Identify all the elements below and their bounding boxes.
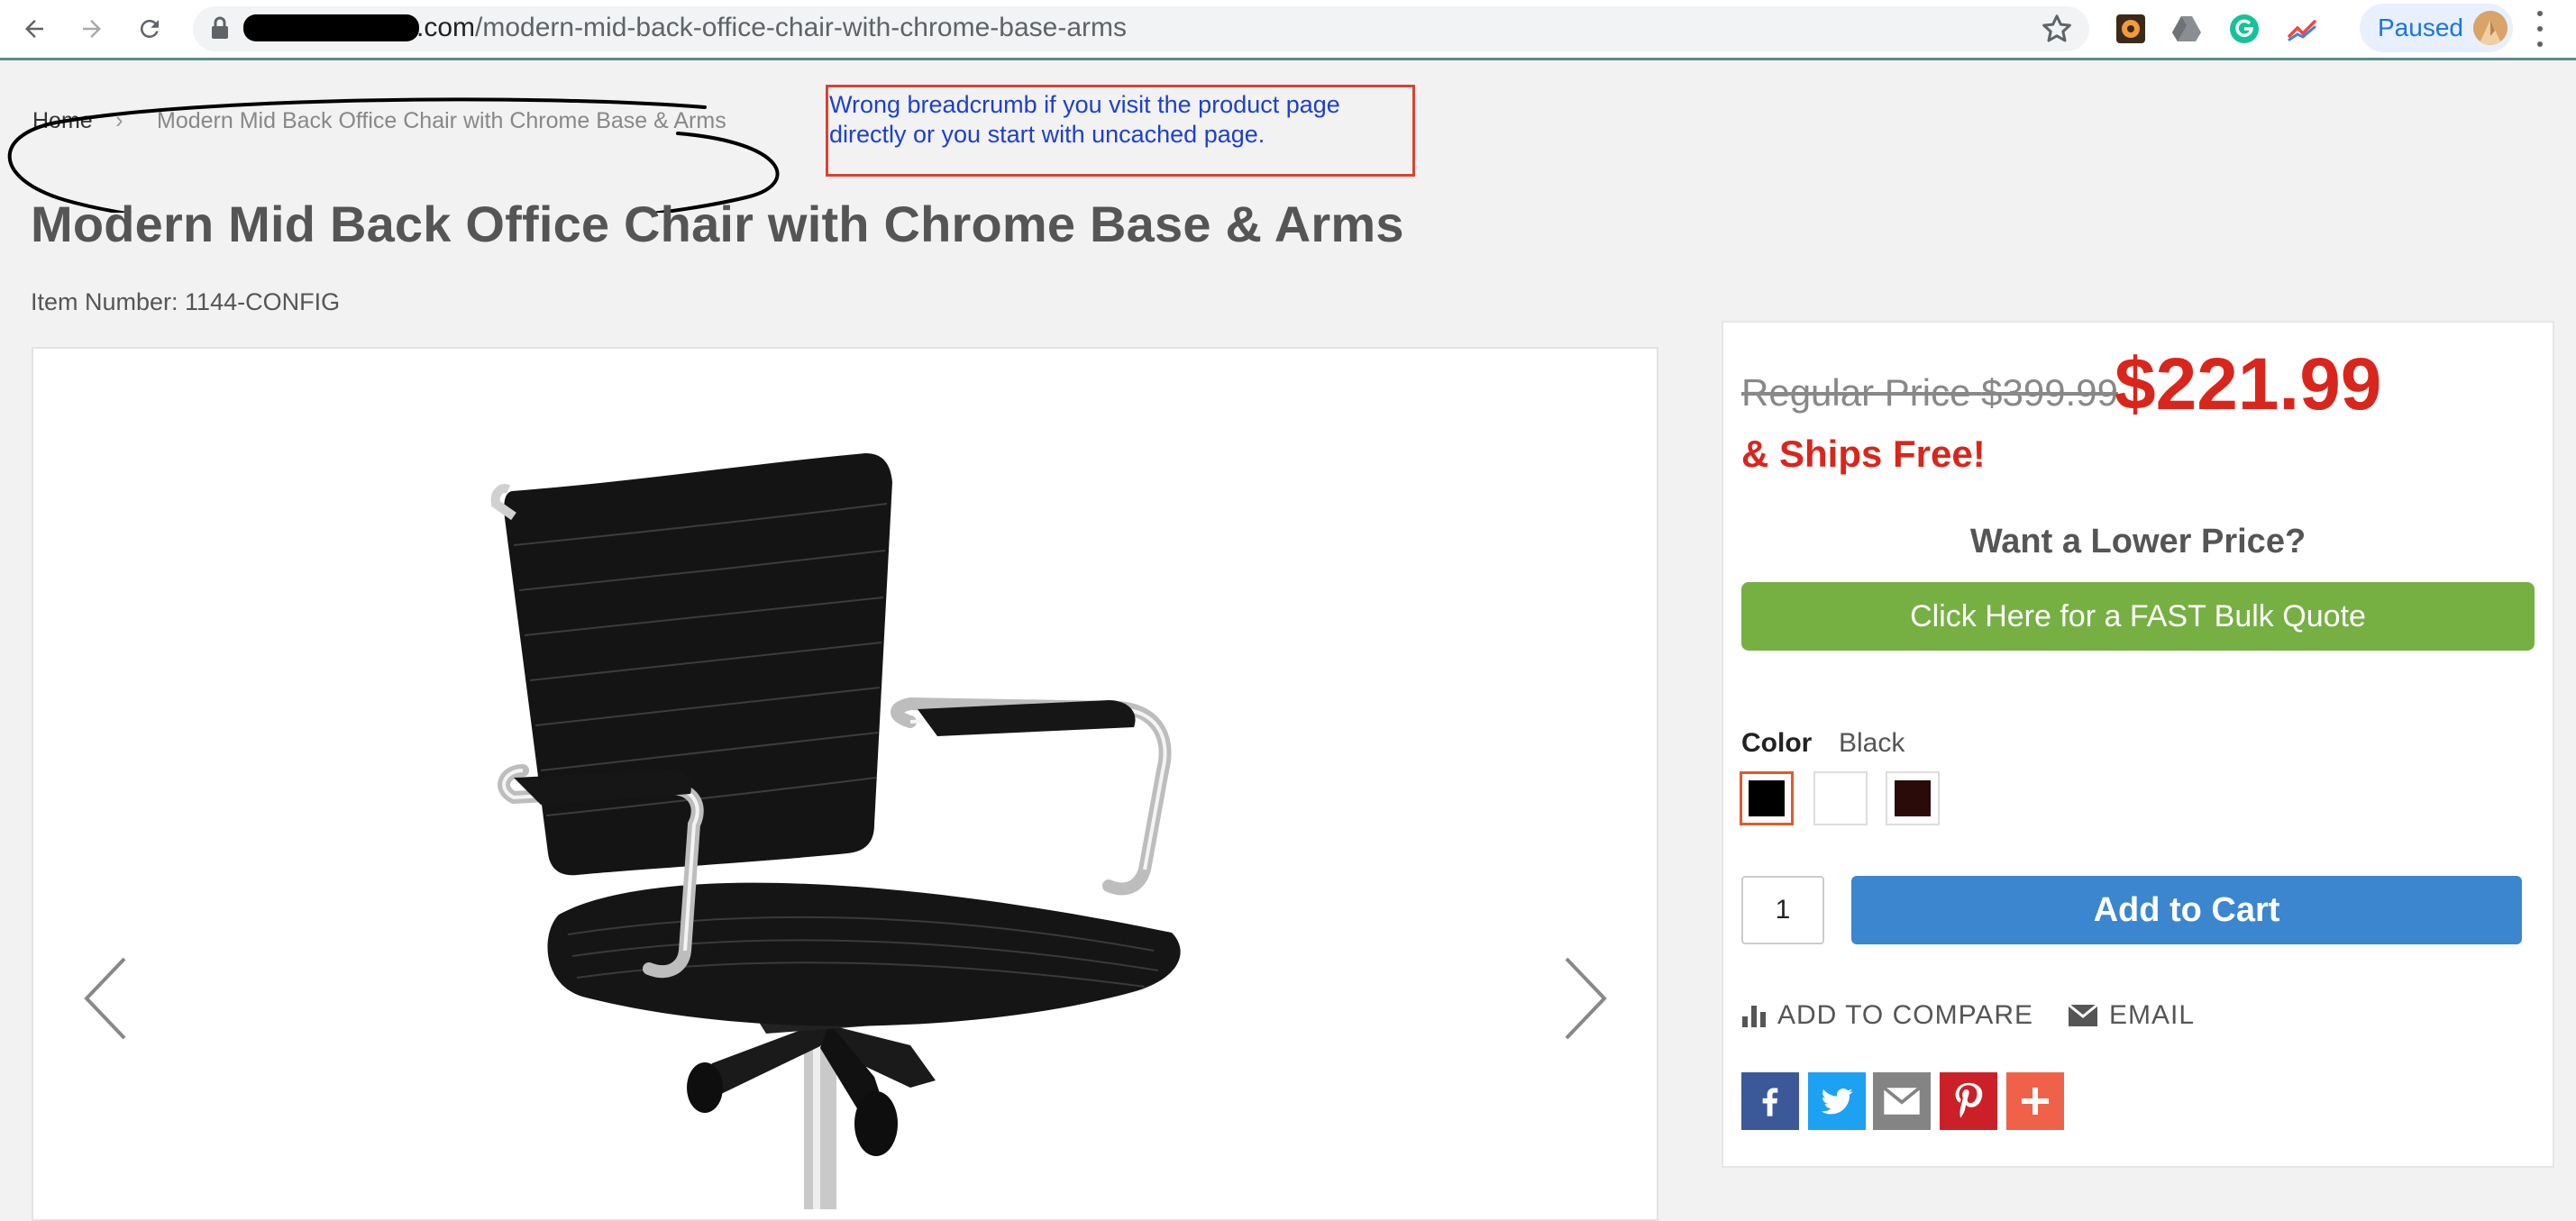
email-share-button[interactable] <box>1873 1072 1931 1130</box>
annotation-ellipse <box>7 97 780 213</box>
page-title: Modern Mid Back Office Chair with Chrome… <box>31 196 1404 252</box>
twitter-share-button[interactable] <box>1808 1072 1866 1130</box>
pinterest-icon <box>1955 1082 1983 1118</box>
add-to-compare-link[interactable]: ADD TO COMPARE <box>1741 1000 2033 1031</box>
product-image[interactable] <box>487 446 1244 1209</box>
sale-price: $221.99 <box>2115 343 2382 425</box>
swatch-white[interactable] <box>1813 771 1868 825</box>
twitter-icon <box>1821 1089 1853 1115</box>
add-to-cart-button[interactable]: Add to Cart <box>1851 876 2522 944</box>
lock-icon[interactable] <box>209 15 231 45</box>
menu-icon[interactable] <box>2533 11 2547 47</box>
mail-icon <box>1883 1087 1921 1115</box>
profile-avatar[interactable] <box>2473 11 2507 45</box>
bulk-quote-button[interactable]: Click Here for a FAST Bulk Quote <box>1741 582 2535 651</box>
facebook-share-button[interactable] <box>1741 1072 1799 1130</box>
plus-icon <box>2022 1088 2049 1115</box>
profile-status: Paused <box>2378 14 2463 41</box>
swatch-white-chip <box>1822 780 1859 816</box>
facebook-icon <box>1762 1088 1778 1116</box>
quantity-input[interactable] <box>1741 876 1824 944</box>
envelope-icon <box>2068 1004 2098 1026</box>
back-icon[interactable] <box>14 9 54 49</box>
swatch-black[interactable] <box>1740 771 1794 825</box>
redacted-domain <box>243 14 419 41</box>
swatch-black-chip <box>1749 780 1785 816</box>
compare-icon <box>1742 1006 1766 1027</box>
color-value: Black <box>1839 728 1905 758</box>
gallery-prev-icon[interactable] <box>81 955 132 1042</box>
more-share-button[interactable] <box>2006 1072 2064 1130</box>
reload-icon[interactable] <box>130 9 169 49</box>
regular-price: Regular Price $399.99 <box>1741 371 2118 415</box>
item-number: Item Number: 1144-CONFIG <box>31 288 341 315</box>
drive-icon[interactable] <box>2170 13 2203 45</box>
analytics-icon[interactable] <box>2286 13 2318 45</box>
regular-price-label: Regular Price <box>1741 371 1971 414</box>
regular-price-value: $399.99 <box>1981 371 2118 414</box>
forward-icon[interactable] <box>72 9 112 49</box>
grammarly-icon[interactable] <box>2228 13 2261 45</box>
swatch-burgundy-chip <box>1895 780 1931 816</box>
bookmark-star-icon[interactable] <box>2039 11 2075 51</box>
gallery-next-icon[interactable] <box>1559 955 1610 1042</box>
swatch-burgundy[interactable] <box>1886 771 1940 825</box>
compare-label: ADD TO COMPARE <box>1777 1000 2034 1030</box>
email-label: EMAIL <box>2109 1000 2196 1030</box>
url-domain: .com <box>416 13 476 42</box>
url-text[interactable]: .com/modern-mid-back-office-chair-with-c… <box>416 13 1127 43</box>
color-label: Color <box>1741 728 1813 758</box>
email-link[interactable]: EMAIL <box>2068 1000 2195 1031</box>
quote-heading: Want a Lower Price? <box>1969 523 2307 560</box>
pinterest-share-button[interactable] <box>1940 1072 1997 1130</box>
shipping-note: & Ships Free! <box>1741 433 1986 475</box>
extension-icon[interactable] <box>2115 13 2147 45</box>
annotation-note: Wrong breadcrumb if you visit the produc… <box>829 91 1340 148</box>
url-path: /modern-mid-back-office-chair-with-chrom… <box>475 13 1127 42</box>
